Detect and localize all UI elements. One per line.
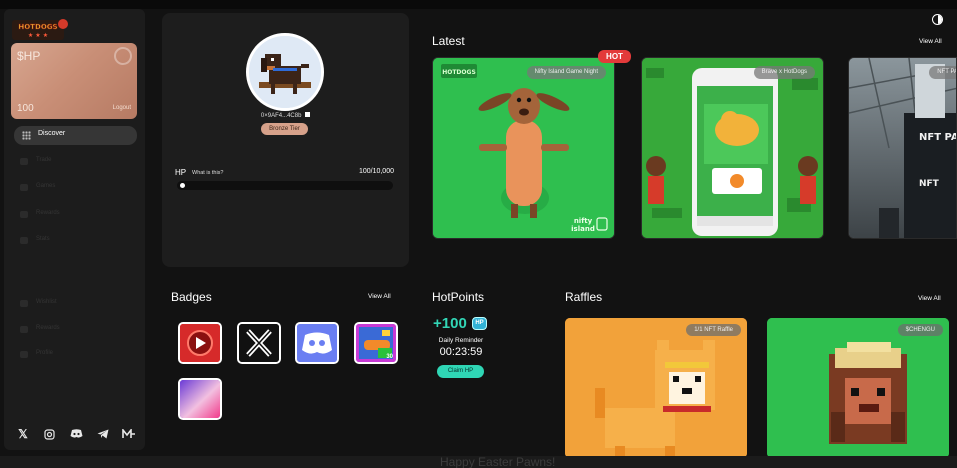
nav-icon [20, 237, 28, 244]
hot-badge: HOT [598, 50, 631, 63]
grid-icon [22, 131, 31, 140]
svg-text:island: island [571, 225, 595, 233]
x-icon[interactable]: 𝕏 [16, 427, 30, 441]
youtube-badge-icon[interactable] [178, 322, 222, 364]
svg-text:★ ★ ★: ★ ★ ★ [28, 32, 48, 39]
wallet-text: 0×9AF4...4C8b [260, 113, 302, 119]
latest-view-all-link[interactable]: View All [919, 38, 942, 45]
nav-icon [20, 211, 28, 218]
telegram-icon[interactable] [96, 427, 110, 441]
nav-icon [20, 351, 28, 358]
copy-icon[interactable] [305, 112, 311, 117]
sidebar-item-games[interactable]: Games [20, 182, 130, 194]
hp-card-value: 100 [17, 103, 34, 114]
social-links: 𝕏 [16, 427, 136, 441]
sidebar-item-wishlist[interactable]: Wishlist [20, 298, 130, 310]
raffle-card-chengu[interactable]: $CHENGU [767, 318, 949, 458]
tile-tag: Nifty Island Game Night [526, 66, 606, 79]
theme-toggle-icon[interactable] [932, 14, 943, 25]
sidebar-item-label: Profile [36, 350, 54, 356]
hp-card: $HP 100 Logout [11, 43, 137, 119]
instagram-icon[interactable] [43, 427, 57, 441]
pixel-chengu-image [767, 318, 949, 458]
latest-tile-game-night[interactable]: HOTDOGS nifty island Nifty Island Game N… [432, 57, 615, 239]
hotdogs-logo[interactable]: HOTDOGS ★ ★ ★ [11, 16, 69, 44]
sidebar-item-profile[interactable]: Profile [20, 349, 130, 361]
sidebar-item-discover[interactable]: Discover [14, 126, 137, 145]
svg-text:NFT: NFT [919, 179, 940, 189]
sidebar-item-label: Rewards [36, 210, 60, 216]
sidebar-item-label: Rewards [36, 325, 60, 331]
hotdog-badge-count: 30 [386, 354, 393, 360]
hotpoints-amount: +100 [433, 315, 467, 332]
logout-link[interactable]: Logout [113, 105, 131, 111]
raffles-title: Raffles [565, 290, 603, 304]
sidebar-item-label: Trade [36, 157, 52, 163]
nav-icon [20, 326, 28, 333]
latest-tile-brave[interactable]: Brave x HotDogs [641, 57, 824, 239]
hp-chip-icon: HP [472, 317, 487, 330]
raffle-tag: $CHENGU [897, 324, 943, 336]
sidebar-item-label: Games [36, 183, 56, 189]
badges-title: Badges [171, 290, 212, 304]
sidebar-item-label: Wishlist [36, 299, 57, 305]
latest-tile-nft-paris[interactable]: NFT PA NFT NFT PA [848, 57, 957, 239]
sidebar-item-rewards[interactable]: Rewards [20, 209, 130, 221]
daily-reminder-label: Daily Reminder [438, 337, 484, 344]
hotpoints-title: HotPoints [432, 290, 485, 304]
svg-text:HOTDOGS: HOTDOGS [442, 69, 476, 76]
tile-tag: NFT PA [929, 66, 956, 79]
hp-progress-knob [180, 183, 185, 188]
hp-count: 100/10,000 [358, 168, 394, 175]
x-badge-icon[interactable] [237, 322, 281, 364]
svg-text:nifty: nifty [574, 217, 593, 225]
tile-tag: Brave x HotDogs [753, 66, 815, 79]
latest-title: Latest [432, 34, 465, 48]
nav-icon [20, 300, 28, 307]
claim-hp-button[interactable]: Claim HP [437, 365, 484, 378]
card-brand-icon [114, 47, 132, 65]
avatar[interactable] [246, 33, 324, 111]
nft-paris-photo-image: NFT PA NFT [849, 58, 957, 238]
pixel-shiba-image [565, 318, 747, 458]
countdown-timer: 00:23:59 [439, 346, 483, 358]
raffle-card-nft[interactable]: 1/1 NFT Raffle [565, 318, 747, 458]
discord-badge-icon[interactable] [295, 322, 339, 364]
hp-progress-bar [177, 181, 393, 190]
sidebar-item-trade[interactable]: Trade [20, 156, 130, 168]
raffle-tag: 1/1 NFT Raffle [686, 324, 741, 336]
pixel-dog-avatar-image [249, 36, 321, 108]
nav-icon [20, 184, 28, 191]
tier-badge: Bronze Tier [261, 123, 308, 135]
hp-info-link[interactable]: What is this? [192, 170, 223, 176]
wallet-address: 0×9AF4...4C8b [162, 112, 409, 119]
bottom-bar: Happy Easter Pawns! [0, 456, 957, 468]
sidebar: HOTDOGS ★ ★ ★ $HP 100 Logout Discover Tr… [4, 9, 145, 450]
sidebar-item-stats[interactable]: Stats [20, 235, 130, 247]
sidebar-item-rewards-2[interactable]: Rewards [20, 324, 130, 336]
profile-panel: 0×9AF4...4C8b Bronze Tier HP What is thi… [162, 13, 409, 267]
gradient-badge-icon[interactable] [178, 378, 222, 420]
svg-text:HOTDOGS: HOTDOGS [18, 23, 57, 31]
mirror-icon[interactable] [122, 427, 136, 441]
raffles-view-all-link[interactable]: View All [918, 295, 941, 302]
badges-view-all-link[interactable]: View All [368, 293, 391, 300]
hotdog-3d-character-image: HOTDOGS nifty island [433, 58, 614, 238]
discord-icon[interactable] [69, 427, 83, 441]
hotdog-badge-icon[interactable]: 30 [354, 322, 398, 364]
sidebar-item-label: Discover [38, 130, 66, 137]
hp-label: HP [175, 168, 187, 177]
nav-icon [20, 158, 28, 165]
hp-card-title: $HP [17, 49, 41, 63]
top-bar [0, 0, 957, 9]
footer-ghost-text: Happy Easter Pawns! [440, 456, 556, 468]
svg-text:NFT PA: NFT PA [919, 132, 957, 143]
sidebar-item-label: Stats [36, 236, 50, 242]
brave-hotdogs-screenshot-image [642, 58, 823, 238]
